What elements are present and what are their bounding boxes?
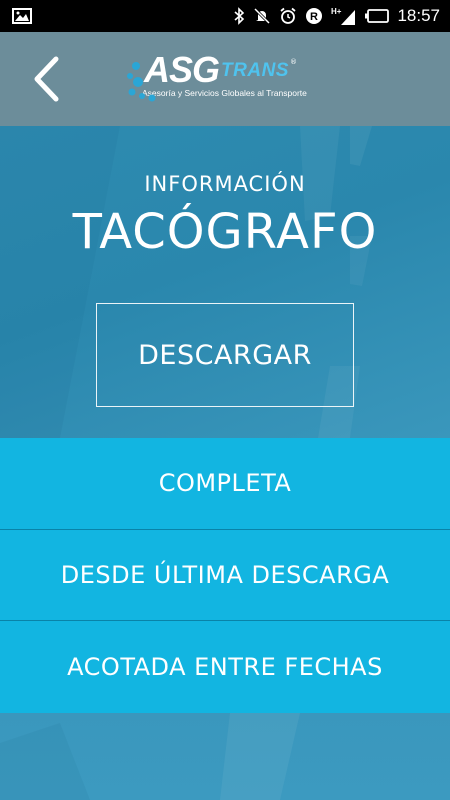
logo-registered-mark: ® <box>289 58 297 66</box>
road-bottom-graphic <box>0 713 300 800</box>
logo-sub-text: TRANS <box>221 60 289 81</box>
svg-text:R: R <box>310 11 318 23</box>
hero-section: INFORMACIÓN TACÓGRAFO DESCARGAR <box>0 126 450 438</box>
clock: 18:57 <box>397 6 440 25</box>
hero-subtitle: INFORMACIÓN <box>144 172 306 196</box>
logo-dots-graphic <box>127 62 156 102</box>
option-date-range[interactable]: ACOTADA ENTRE FECHAS <box>0 621 450 713</box>
app-header: ASG TRANS ® Asesoría y Servicios Globale… <box>0 32 450 126</box>
status-bar: R H+ 18:57 <box>0 0 450 32</box>
option-complete[interactable]: COMPLETA <box>0 438 450 530</box>
option-since-last-download[interactable]: DESDE ÚLTIMA DESCARGA <box>0 530 450 621</box>
image-icon <box>12 8 32 24</box>
company-logo: ASG TRANS ® Asesoría y Servicios Globale… <box>127 52 325 112</box>
hero-title: TACÓGRAFO <box>72 204 378 260</box>
bottom-background <box>0 713 450 800</box>
logo-tagline: Asesoría y Servicios Globales al Transpo… <box>142 88 307 98</box>
download-options-list: COMPLETA DESDE ÚLTIMA DESCARGA ACOTADA E… <box>0 438 450 713</box>
alarm-icon <box>279 7 297 25</box>
network-type-label: H+ <box>331 7 342 16</box>
chevron-left-icon <box>34 56 59 102</box>
battery-icon <box>365 9 390 23</box>
mute-icon <box>253 7 271 25</box>
bluetooth-icon <box>233 7 245 25</box>
r-icon: R <box>305 7 323 25</box>
signal-icon: H+ <box>331 6 357 26</box>
download-button[interactable]: DESCARGAR <box>96 303 354 407</box>
back-button[interactable] <box>26 52 66 106</box>
